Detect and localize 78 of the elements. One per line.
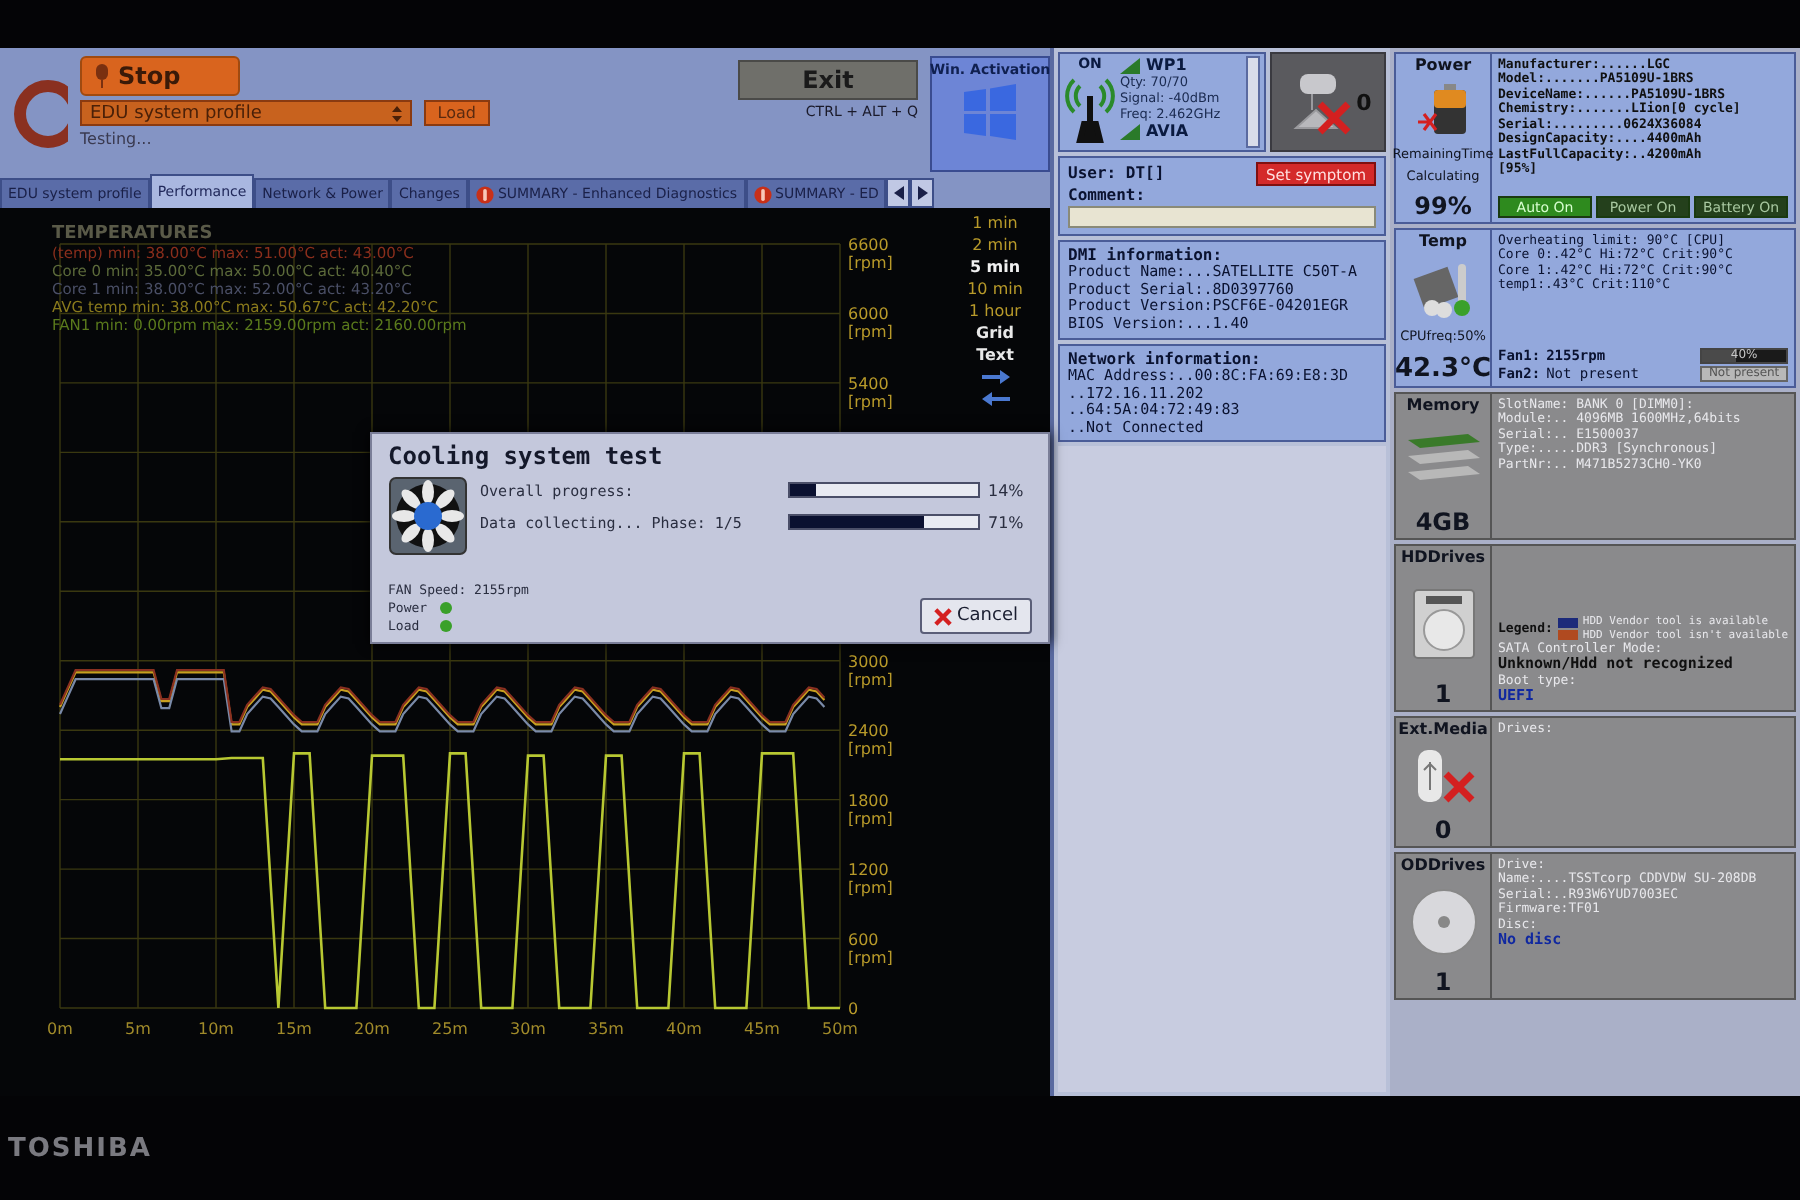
axis-label: 15m xyxy=(276,1020,312,1038)
axis-label: 20m xyxy=(354,1020,390,1038)
axis-label: 2400 [rpm] xyxy=(848,722,893,759)
cpu-thermometer-icon xyxy=(1411,259,1475,320)
network-title: Network information: xyxy=(1068,349,1263,368)
axis-label: 40m xyxy=(666,1020,702,1038)
time-range-option[interactable]: 2 min xyxy=(972,234,1018,256)
time-range-option[interactable]: 1 hour xyxy=(969,300,1021,322)
cancel-button[interactable]: Cancel xyxy=(919,598,1032,634)
scroll-right-button[interactable] xyxy=(910,178,935,208)
time-range-option[interactable]: 10 min xyxy=(967,278,1023,300)
load-button[interactable]: Load xyxy=(423,100,490,126)
axis-label: 45m xyxy=(744,1020,780,1038)
axis-label: 600 [rpm] xyxy=(848,930,893,967)
right-arrow-icon xyxy=(981,370,1009,384)
scrollbar xyxy=(1246,56,1260,148)
axis-label: 3000 [rpm] xyxy=(848,652,893,689)
signal-bars-icon xyxy=(1120,57,1140,73)
external-media-title: Ext.Media xyxy=(1398,720,1488,738)
alert-icon xyxy=(753,185,772,203)
status-text: Testing... xyxy=(80,130,154,148)
axis-label: 1200 [rpm] xyxy=(848,861,893,898)
temperature-title: Temp xyxy=(1419,232,1467,250)
memory-title: Memory xyxy=(1406,396,1480,414)
stop-button[interactable]: Stop xyxy=(80,56,240,96)
hard-drive-title: HDDrives xyxy=(1400,548,1486,566)
axis-label: 30m xyxy=(510,1020,546,1038)
axis-label: 6600 [rpm] xyxy=(848,236,893,272)
disc-icon xyxy=(1407,885,1479,957)
dmi-title: DMI information: xyxy=(1068,246,1225,264)
right-arrow-icon xyxy=(917,186,928,200)
left-arrow-icon xyxy=(981,392,1009,406)
alert-icon xyxy=(475,185,494,203)
axis-label: 6000 [rpm] xyxy=(848,305,893,342)
exit-button[interactable]: Exit xyxy=(738,60,918,100)
fan-icon xyxy=(388,476,468,556)
axis-label: 5m xyxy=(125,1020,151,1038)
network-name: WP1 xyxy=(1146,56,1187,74)
memory-size: 4GB xyxy=(1415,508,1471,536)
legend-title: TEMPERATURES xyxy=(52,224,215,244)
hard-drive-icon xyxy=(1409,585,1477,661)
windows-logo-icon xyxy=(962,84,1018,140)
progress-reading: 14% xyxy=(988,481,1026,499)
caret-icon xyxy=(391,105,402,121)
axis-label: 1800 [rpm] xyxy=(848,791,893,828)
microphone-icon xyxy=(94,64,110,88)
axis-label: 50m xyxy=(822,1020,858,1038)
time-range-option[interactable]: 1 min xyxy=(972,212,1018,234)
power-title: Power xyxy=(1414,56,1472,74)
axis-label: 35m xyxy=(588,1020,624,1038)
external-media-count: 0 xyxy=(1434,816,1452,844)
network-name: AVIA xyxy=(1146,122,1189,140)
axis-label: 0 xyxy=(848,1000,859,1018)
signal-bars-icon xyxy=(1120,123,1140,139)
toggle-option[interactable]: Grid xyxy=(976,322,1014,344)
profile-select[interactable]: EDU system profile xyxy=(80,100,412,126)
cpu-temperature: 42.3°C xyxy=(1394,353,1492,384)
charge-value: 99% xyxy=(1414,192,1472,220)
brand-text: TOSHIBA xyxy=(8,1133,152,1163)
cross-icon xyxy=(933,607,951,625)
axis-label: 5400 [rpm] xyxy=(848,374,893,411)
comment-field[interactable] xyxy=(1068,206,1376,229)
toggle-option[interactable]: Text xyxy=(976,344,1014,366)
comment-label: Comment: xyxy=(1068,186,1148,205)
user-label: User: DT[] xyxy=(1068,164,1165,184)
time-range-option[interactable]: 5 min xyxy=(969,256,1021,278)
dialog-title: Cooling system test xyxy=(388,442,665,470)
hard-drive-count: 1 xyxy=(1434,680,1452,708)
scroll-left-button[interactable] xyxy=(886,178,911,208)
logo-icon xyxy=(8,74,68,154)
optical-drive-count: 1 xyxy=(1434,968,1452,996)
axis-label: 25m xyxy=(432,1020,468,1038)
progress-reading: 71% xyxy=(988,513,1026,531)
axis-label: 0m xyxy=(47,1020,73,1038)
left-arrow-icon xyxy=(893,186,904,200)
axis-label: 10m xyxy=(198,1020,234,1038)
webcam-count: 0 xyxy=(1356,89,1372,115)
optical-drive-title: ODDrives xyxy=(1400,856,1486,874)
